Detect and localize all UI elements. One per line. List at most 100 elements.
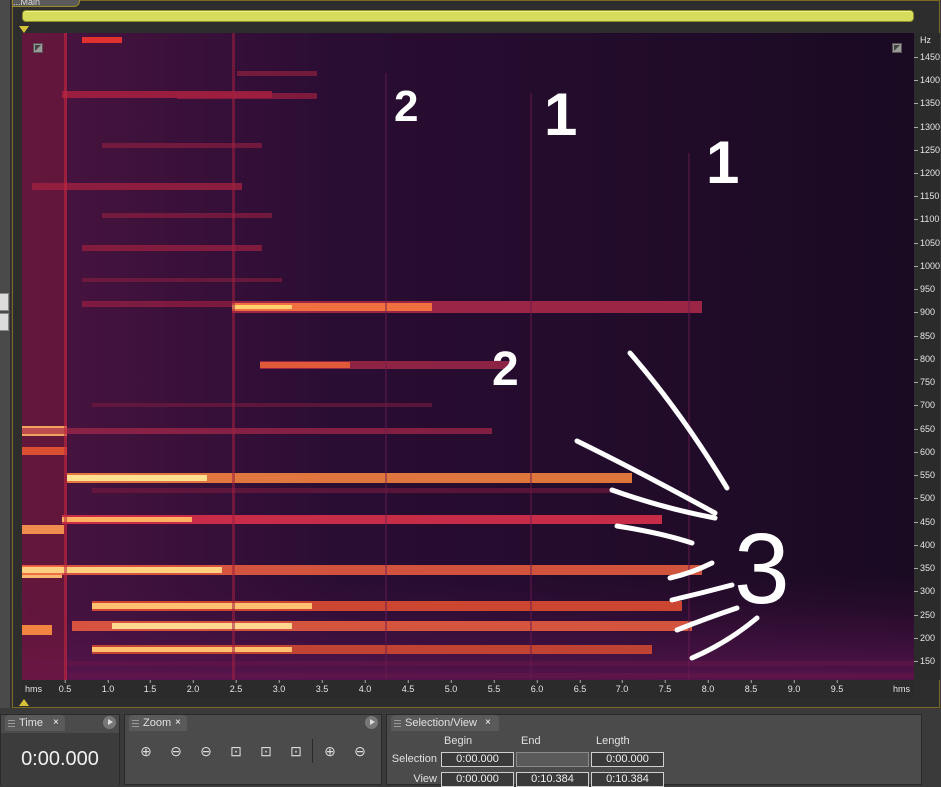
zoom-corner-left-icon[interactable]: [33, 43, 43, 53]
zoom-out-time-icon[interactable]: ⊖: [349, 741, 371, 761]
selection-end-field[interactable]: [516, 752, 589, 767]
panel-menu-icon[interactable]: [365, 716, 378, 729]
frequency-tick: 600: [913, 447, 936, 457]
zoom-corner-right-icon[interactable]: [892, 43, 902, 53]
frequency-tick: 1050: [913, 238, 941, 248]
grip-icon[interactable]: [8, 719, 15, 727]
zoom-in-time-icon[interactable]: ⊕: [319, 741, 341, 761]
time-tick: 1.0: [101, 680, 115, 694]
tab-label: Time: [19, 717, 44, 729]
playhead-marker-bottom[interactable]: [19, 699, 29, 706]
annotation-label: 2: [492, 343, 519, 396]
time-tick: 5.0: [444, 680, 458, 694]
time-tick: 3.5: [315, 680, 329, 694]
frequency-tick: 850: [913, 331, 936, 341]
frequency-tick: 500: [913, 493, 936, 503]
annotation-label: 2: [394, 82, 418, 131]
frequency-tick: 1150: [913, 191, 940, 201]
time-tick: 9.5: [830, 680, 844, 694]
time-tick: 4.5: [401, 680, 415, 694]
row-label-selection: Selection: [391, 753, 437, 765]
time-display: 0:00.000: [1, 733, 119, 786]
frequency-tick: 1350: [913, 98, 941, 108]
frequency-unit: Hz: [920, 35, 931, 45]
frequency-tick: 1100: [913, 214, 940, 224]
time-tick: 1.5: [143, 680, 157, 694]
tab-zoom[interactable]: Zoom ×: [129, 715, 187, 731]
zoom-out-amplitude-icon[interactable]: ⊖: [165, 741, 187, 761]
frequency-tick: 1200: [913, 168, 941, 178]
zoom-panel: Zoom × ⊕ ⊖ ⊖ ⊡ ⊡ ⊡ ⊕ ⊖: [124, 714, 382, 785]
spectral-display[interactable]: 2 1 1 2 3: [22, 33, 914, 680]
toolbar-divider: [312, 739, 313, 763]
time-tick: 7.5: [658, 680, 672, 694]
frequency-tick: 650: [913, 424, 936, 434]
time-tick: 3.0: [272, 680, 286, 694]
frequency-tick: 1450: [913, 52, 941, 62]
frequency-tick: 950: [913, 284, 936, 294]
left-panel-edge: [0, 0, 11, 708]
time-tick: 9.0: [787, 680, 801, 694]
time-unit-left: hms: [25, 684, 43, 694]
tab-label: Zoom: [143, 717, 172, 729]
panel-edge-button[interactable]: [0, 313, 9, 331]
time-tick: 2.0: [186, 680, 200, 694]
time-tick: 4.0: [358, 680, 372, 694]
playhead-marker[interactable]: [19, 26, 29, 33]
column-header-begin: Begin: [444, 735, 473, 747]
column-header-length: Length: [596, 735, 630, 747]
time-unit-right: hms: [893, 684, 911, 694]
frequency-tick: 150: [913, 656, 936, 666]
frequency-tick: 1400: [913, 75, 941, 85]
time-tick: 6.5: [573, 680, 587, 694]
spectrogram-svg: 2 1 1 2 3: [22, 33, 914, 680]
tab-label: Selection/View: [405, 717, 477, 729]
time-tick: 5.5: [487, 680, 501, 694]
frequency-tick: 200: [913, 633, 936, 643]
time-panel: Time × 0:00.000: [0, 714, 120, 786]
frequency-tick: 900: [913, 307, 936, 317]
grip-icon[interactable]: [132, 719, 139, 727]
time-tick: 6.0: [530, 680, 544, 694]
close-icon[interactable]: ×: [175, 715, 181, 731]
frequency-tick: 750: [913, 377, 936, 387]
panel-menu-icon[interactable]: [103, 716, 116, 729]
close-icon[interactable]: ×: [485, 715, 491, 731]
time-ruler[interactable]: hms 0.5 1.0 1.5 2.0 2.5 3.0 3.5 4.0 4.5 …: [22, 680, 914, 698]
selection-view-panel: Selection/View × Begin End Length Select…: [386, 714, 922, 787]
time-tick: 2.5: [229, 680, 243, 694]
frequency-tick: 1300: [913, 122, 941, 132]
zoom-selection-right-icon[interactable]: ⊡: [285, 741, 307, 761]
frequency-tick: 250: [913, 610, 936, 620]
frequency-tick: 1000: [913, 261, 941, 271]
close-icon[interactable]: ×: [53, 715, 59, 731]
editor-tab[interactable]: ...Main: [12, 0, 80, 7]
frequency-tick: 350: [913, 563, 936, 573]
frequency-tick: 550: [913, 470, 936, 480]
column-header-end: End: [521, 735, 541, 747]
panel-edge-button[interactable]: [0, 293, 9, 311]
time-tick: 7.0: [615, 680, 629, 694]
frequency-tick: 700: [913, 400, 936, 410]
frequency-tick: 450: [913, 517, 936, 527]
time-tick: 8.0: [701, 680, 715, 694]
tab-time[interactable]: Time ×: [5, 715, 65, 731]
frequency-tick: 300: [913, 586, 936, 596]
annotation-label: 1: [544, 81, 577, 148]
grip-icon[interactable]: [394, 719, 401, 727]
selection-length-field[interactable]: 0:00.000: [591, 752, 664, 767]
row-label-view: View: [413, 773, 437, 785]
frequency-tick: 1250: [913, 145, 941, 155]
tab-selection-view[interactable]: Selection/View ×: [391, 715, 499, 731]
time-tick: 0.5: [58, 680, 72, 694]
frequency-tick: 400: [913, 540, 936, 550]
zoom-selection-left-icon[interactable]: ⊡: [255, 741, 277, 761]
overview-bar[interactable]: [22, 10, 914, 22]
selection-begin-field[interactable]: 0:00.000: [441, 752, 514, 767]
frequency-ruler[interactable]: Hz 1450 1400 1350 1300 1250 1200 1150 11…: [913, 33, 941, 680]
annotation-label: 3: [734, 513, 790, 625]
zoom-to-selection-icon[interactable]: ⊡: [225, 741, 247, 761]
zoom-out-full-icon[interactable]: ⊖: [195, 741, 217, 761]
frequency-tick: 800: [913, 354, 936, 364]
zoom-in-amplitude-icon[interactable]: ⊕: [135, 741, 157, 761]
